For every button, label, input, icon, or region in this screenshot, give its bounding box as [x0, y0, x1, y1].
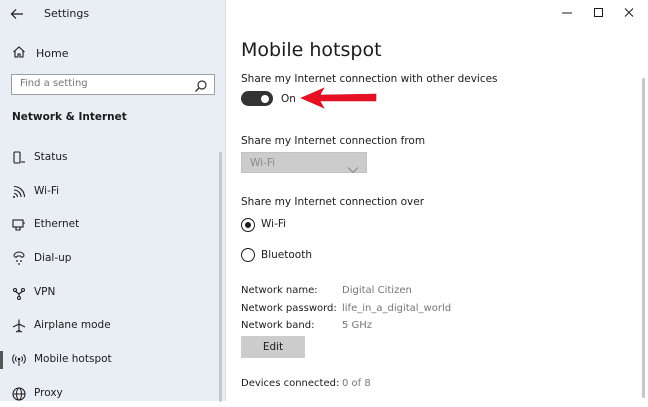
radio-wifi[interactable]: [241, 218, 255, 232]
sidebar-item-proxy[interactable]: Proxy: [0, 381, 225, 407]
sidebar-item-vpn[interactable]: VPN: [0, 280, 225, 306]
sidebar-item-label: Wi-Fi: [34, 185, 60, 197]
share-from-label: Share my Internet connection from: [241, 135, 426, 147]
ethernet-icon: [11, 217, 27, 233]
annotation-arrow-icon: [300, 85, 378, 115]
network-band-label: Network band:: [241, 320, 315, 331]
minimize-icon[interactable]: [557, 4, 577, 22]
sidebar-item-dialup[interactable]: Dial-up: [0, 246, 225, 272]
radio-wifi-label: Wi-Fi: [261, 218, 287, 230]
hotspot-icon: [11, 352, 27, 368]
sidebar: Settings Home Network & Internet Status: [0, 0, 226, 402]
globe-icon: [11, 386, 27, 402]
title-bar: Settings: [0, 0, 226, 28]
sidebar-item-label: Mobile hotspot: [34, 353, 112, 365]
section-title: Network & Internet: [12, 111, 127, 123]
home-label: Home: [36, 46, 69, 60]
share-over-label: Share my Internet connection over: [241, 196, 425, 208]
home-icon: [12, 44, 26, 63]
vpn-icon: [11, 285, 27, 301]
share-from-value: Wi-Fi: [250, 157, 276, 169]
sidebar-item-ethernet[interactable]: Ethernet: [0, 212, 225, 238]
network-password-label: Network password:: [241, 303, 337, 314]
wifi-icon: [11, 184, 27, 200]
sidebar-item-airplane-mode[interactable]: Airplane mode: [0, 313, 225, 339]
search-box[interactable]: [11, 74, 215, 95]
window-title: Settings: [44, 7, 90, 20]
radio-bluetooth-label: Bluetooth: [261, 249, 312, 261]
sidebar-item-status[interactable]: Status: [0, 145, 225, 171]
airplane-icon: [11, 318, 27, 334]
close-icon[interactable]: [620, 4, 640, 22]
content-scrollbar[interactable]: [642, 78, 645, 398]
maximize-icon[interactable]: [589, 4, 609, 22]
radio-bluetooth[interactable]: [241, 248, 255, 262]
sidebar-item-mobile-hotspot[interactable]: Mobile hotspot: [0, 347, 225, 373]
devices-connected-value: 0 of 8: [342, 378, 371, 389]
status-icon: [11, 150, 27, 166]
network-band-value: 5 GHz: [342, 320, 373, 331]
network-name-label: Network name:: [241, 285, 318, 296]
page-title: Mobile hotspot: [241, 39, 382, 61]
sidebar-item-label: Status: [34, 151, 68, 163]
sidebar-item-label: Airplane mode: [34, 319, 111, 331]
sidebar-item-label: Proxy: [34, 387, 63, 399]
sidebar-item-label: VPN: [34, 286, 56, 298]
share-connection-label: Share my Internet connection with other …: [241, 73, 498, 85]
active-indicator: [0, 351, 3, 369]
settings-window: Settings Home Network & Internet Status: [0, 0, 648, 402]
search-input[interactable]: [20, 78, 180, 89]
share-connection-toggle[interactable]: [241, 91, 273, 106]
sidebar-item-wifi[interactable]: Wi-Fi: [0, 179, 225, 205]
toggle-knob: [261, 94, 269, 103]
share-from-dropdown[interactable]: Wi-Fi: [241, 152, 367, 174]
devices-connected-label: Devices connected:: [241, 378, 340, 389]
home-nav[interactable]: Home: [12, 44, 68, 62]
back-arrow-icon[interactable]: [8, 5, 26, 23]
network-name-value: Digital Citizen: [342, 285, 412, 296]
sidebar-item-label: Ethernet: [34, 218, 80, 230]
chevron-down-icon: [347, 159, 359, 178]
edit-button[interactable]: Edit: [241, 336, 305, 358]
search-icon[interactable]: [194, 78, 208, 97]
network-password-value: life_in_a_digital_world: [342, 303, 452, 314]
sidebar-scrollbar[interactable]: [219, 152, 222, 402]
dialup-icon: [11, 251, 27, 267]
toggle-state-label: On: [281, 93, 296, 105]
sidebar-item-label: Dial-up: [34, 252, 72, 264]
